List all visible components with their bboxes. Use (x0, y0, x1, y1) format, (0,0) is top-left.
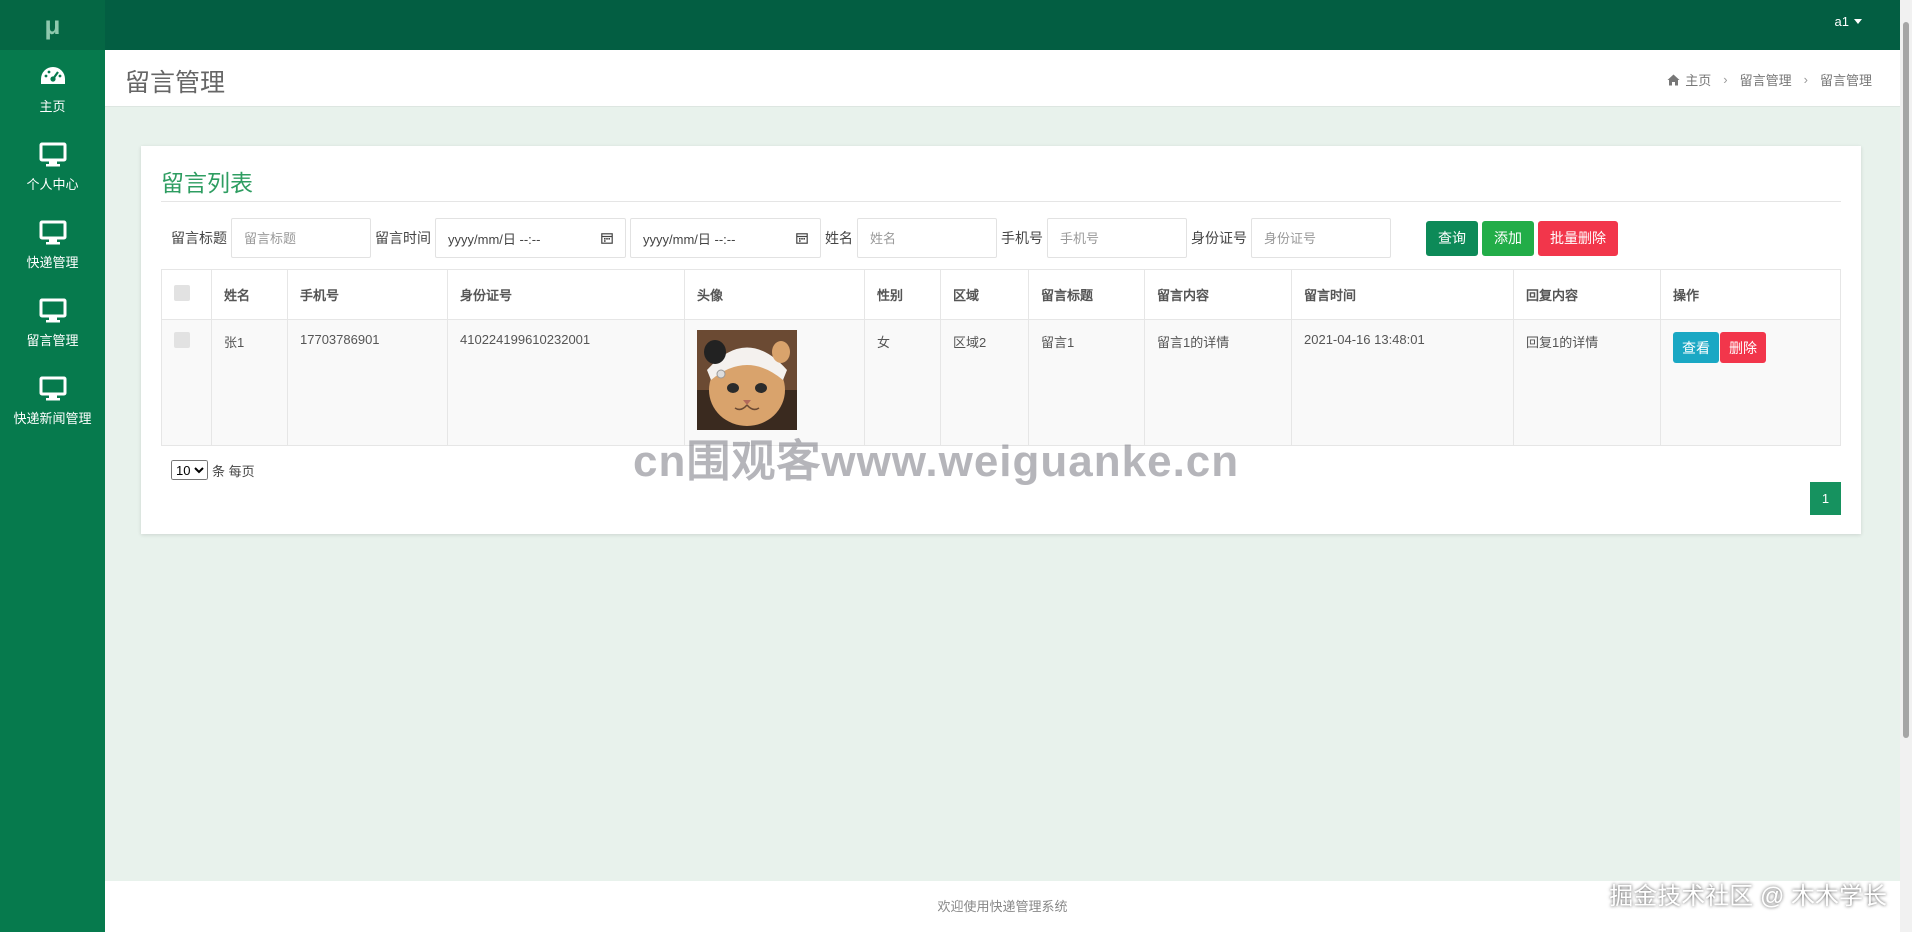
cell-name: 张1 (211, 319, 288, 446)
batch-delete-button[interactable]: 批量删除 (1538, 220, 1618, 256)
sidebar-item-label: 快递管理 (26, 254, 79, 270)
username: a1 (1834, 14, 1849, 29)
column-header: 留言标题 (1028, 269, 1145, 320)
title-search-input[interactable] (231, 218, 371, 258)
column-header: 身份证号 (447, 269, 685, 320)
chevron-right-icon: › (1803, 72, 1808, 87)
name-label: 姓名 (825, 230, 853, 246)
phone-label: 手机号 (1001, 230, 1043, 246)
column-header: 操作 (1660, 269, 1841, 320)
sidebar-item-express-news[interactable]: 快递新闻管理 (0, 362, 105, 440)
message-table: 姓名 手机号 身份证号 头像 性别 区域 留言标题 留言内容 留言时间 回复内容… (161, 269, 1841, 446)
breadcrumb-current: 留言管理 (1819, 73, 1872, 88)
breadcrumb-home[interactable]: 主页 (1685, 70, 1711, 89)
id-label: 身份证号 (1191, 230, 1247, 246)
sidebar-item-messages[interactable]: 留言管理 (0, 284, 105, 362)
card-title: 留言列表 (161, 170, 253, 196)
page-size-suffix: 条 每页 (212, 463, 255, 479)
cell-reply: 回复1的详情 (1513, 319, 1661, 446)
vertical-scrollbar[interactable] (1900, 0, 1912, 932)
sidebar-item-label: 个人中心 (26, 176, 79, 192)
date-placeholder: yyyy/mm/日 --:-- (448, 231, 541, 247)
caret-down-icon (1854, 19, 1862, 24)
cell-phone: 17703786901 (287, 319, 448, 446)
sidebar-item-label: 留言管理 (26, 332, 79, 348)
monitor-icon (39, 142, 66, 166)
view-button[interactable]: 查看 (1673, 332, 1719, 363)
column-header: 留言内容 (1144, 269, 1292, 320)
delete-button[interactable]: 删除 (1720, 332, 1766, 363)
monitor-icon (39, 376, 66, 400)
sidebar-item-label: 主页 (39, 98, 66, 114)
date-placeholder: yyyy/mm/日 --:-- (643, 231, 736, 247)
time-label: 留言时间 (375, 230, 431, 246)
column-header: 性别 (864, 269, 941, 320)
add-button[interactable]: 添加 (1482, 220, 1534, 256)
home-icon (1667, 74, 1680, 85)
page-size-select[interactable]: 10 (171, 460, 208, 480)
column-header: 区域 (940, 269, 1029, 320)
sidebar-item-express[interactable]: 快递管理 (0, 206, 105, 284)
divider (161, 201, 1841, 202)
watermark: cn围观客www.weiguanke.cn (633, 437, 1240, 486)
column-header: 头像 (684, 269, 865, 320)
page-size-control: 10 条 每页 (171, 460, 255, 480)
monitor-icon (39, 298, 66, 322)
select-all-checkbox[interactable] (174, 285, 190, 301)
monitor-icon (39, 220, 66, 244)
column-header: 手机号 (287, 269, 448, 320)
id-search-input[interactable] (1251, 218, 1391, 258)
topbar: a1 (105, 0, 1900, 50)
scrollbar-thumb[interactable] (1903, 22, 1909, 738)
calendar-icon[interactable] (796, 232, 808, 244)
sidebar-item-personal-center[interactable]: 个人中心 (0, 128, 105, 206)
sidebar: μ 主页 个人中心 快递管理 留言管理 快递新闻管理 (0, 0, 105, 932)
page-button-current[interactable]: 1 (1810, 482, 1841, 515)
chevron-right-icon: › (1723, 72, 1728, 87)
logo: μ (0, 0, 105, 50)
user-menu[interactable]: a1 (1835, 14, 1862, 29)
title-label: 留言标题 (171, 230, 227, 246)
table-header-row: 姓名 手机号 身份证号 头像 性别 区域 留言标题 留言内容 留言时间 回复内容… (161, 269, 1841, 320)
dashboard-icon (40, 66, 65, 84)
calendar-icon[interactable] (601, 232, 613, 244)
search-bar: 留言标题 留言时间 yyyy/mm/日 --:-- yyyy/mm/日 --:-… (171, 218, 1622, 258)
start-date-input[interactable]: yyyy/mm/日 --:-- (435, 218, 626, 258)
page-title: 留言管理 (125, 69, 226, 97)
column-header: 姓名 (211, 269, 288, 320)
query-button[interactable]: 查询 (1426, 220, 1478, 256)
column-header: 留言时间 (1291, 269, 1514, 320)
avatar-image (697, 330, 797, 430)
sidebar-item-label: 快递新闻管理 (13, 410, 92, 426)
phone-search-input[interactable] (1047, 218, 1187, 258)
footer-watermark: 掘金技术社区 @ 木木学长 (1609, 883, 1887, 910)
row-checkbox[interactable] (174, 332, 190, 348)
cell-time: 2021-04-16 13:48:01 (1291, 319, 1514, 446)
breadcrumb-item[interactable]: 留言管理 (1740, 70, 1792, 89)
page-header: 留言管理 主页 › 留言管理 › 留言管理 (105, 50, 1900, 107)
cell-actions: 查看 删除 (1660, 319, 1841, 446)
column-header: 回复内容 (1513, 269, 1661, 320)
name-search-input[interactable] (857, 218, 997, 258)
breadcrumb: 主页 › 留言管理 › 留言管理 (1667, 70, 1872, 89)
end-date-input[interactable]: yyyy/mm/日 --:-- (630, 218, 821, 258)
sidebar-item-home[interactable]: 主页 (0, 50, 105, 128)
